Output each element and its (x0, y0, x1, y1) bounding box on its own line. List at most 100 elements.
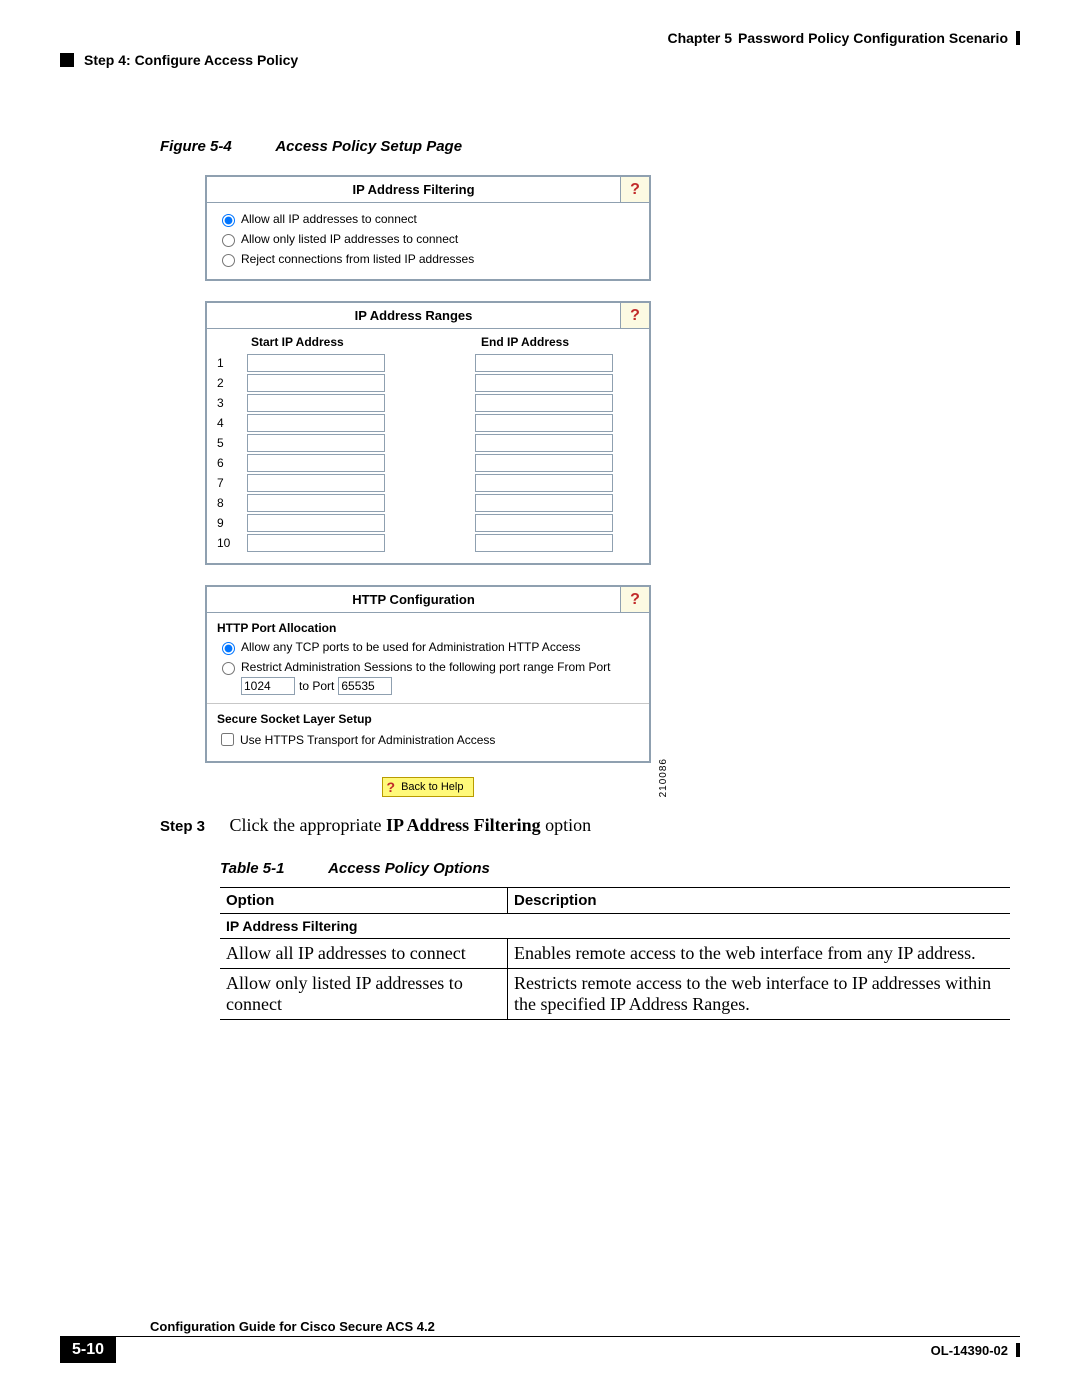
radio-http-restrict-label: Restrict Administration Sessions to the … (241, 660, 611, 674)
cell-desc: Enables remote access to the web interfa… (508, 939, 1011, 969)
end-ip-input[interactable] (475, 394, 613, 412)
row-number: 1 (217, 356, 247, 370)
start-ip-input[interactable] (247, 454, 385, 472)
end-ip-input[interactable] (475, 514, 613, 532)
question-icon: ? (387, 779, 396, 795)
step-3-label: Step 3 (160, 818, 205, 835)
radio-allow-all[interactable] (222, 214, 235, 227)
http-port-alloc-heading: HTTP Port Allocation (217, 617, 639, 637)
col-end-ip: End IP Address (451, 335, 639, 349)
to-port-label: to Port (299, 679, 334, 693)
th-option: Option (220, 888, 508, 914)
figure-screenshot: IP Address Filtering ? Allow all IP addr… (205, 175, 651, 797)
ip-range-row: 2 (217, 373, 639, 393)
panel-ip-ranges: IP Address Ranges ? Start IP Address End… (205, 301, 651, 565)
end-ip-input[interactable] (475, 354, 613, 372)
footer-guide-title: Configuration Guide for Cisco Secure ACS… (60, 1319, 1020, 1337)
back-to-help-button[interactable]: ? Back to Help (382, 777, 475, 797)
row-number: 5 (217, 436, 247, 450)
figure-title: Access Policy Setup Page (275, 138, 462, 155)
footer-tick-icon (1016, 1343, 1020, 1357)
end-ip-input[interactable] (475, 534, 613, 552)
ip-range-row: 8 (217, 493, 639, 513)
to-port-input[interactable] (338, 677, 392, 695)
row-number: 7 (217, 476, 247, 490)
table-caption: Table 5-1 Access Policy Options (220, 860, 1020, 877)
ip-range-row: 4 (217, 413, 639, 433)
start-ip-input[interactable] (247, 414, 385, 432)
panel-ip-filtering: IP Address Filtering ? Allow all IP addr… (205, 175, 651, 281)
end-ip-input[interactable] (475, 414, 613, 432)
end-ip-input[interactable] (475, 434, 613, 452)
back-to-help-label: Back to Help (401, 781, 463, 793)
th-description: Description (508, 888, 1011, 914)
radio-allow-listed[interactable] (222, 234, 235, 247)
ip-range-row: 6 (217, 453, 639, 473)
row-number: 4 (217, 416, 247, 430)
panel-http-config: HTTP Configuration ? HTTP Port Allocatio… (205, 585, 651, 763)
radio-allow-listed-label: Allow only listed IP addresses to connec… (241, 232, 458, 246)
question-icon: ? (630, 181, 640, 199)
start-ip-input[interactable] (247, 474, 385, 492)
radio-reject-listed-label: Reject connections from listed IP addres… (241, 252, 474, 266)
start-ip-input[interactable] (247, 374, 385, 392)
table-label: Table 5-1 (220, 860, 284, 877)
start-ip-input[interactable] (247, 494, 385, 512)
document-id: OL-14390-02 (931, 1343, 1008, 1358)
checkbox-https-label: Use HTTPS Transport for Administration A… (240, 733, 495, 747)
radio-http-any-port-label: Allow any TCP ports to be used for Admin… (241, 640, 581, 654)
row-number: 3 (217, 396, 247, 410)
help-button-ip-filtering[interactable]: ? (620, 177, 649, 202)
panel-http-title: HTTP Configuration (207, 587, 620, 612)
end-ip-input[interactable] (475, 474, 613, 492)
table-row: Allow only listed IP addresses to connec… (220, 969, 1010, 1020)
table-row: Allow all IP addresses to connect Enable… (220, 939, 1010, 969)
col-start-ip: Start IP Address (247, 335, 451, 349)
figure-label: Figure 5-4 (160, 138, 232, 155)
chapter-label: Chapter 5 (667, 30, 732, 46)
panel-ip-ranges-title: IP Address Ranges (207, 303, 620, 328)
table-title: Access Policy Options (328, 860, 490, 877)
running-header-left: Step 4: Configure Access Policy (60, 52, 1020, 68)
start-ip-input[interactable] (247, 434, 385, 452)
running-header-right: Chapter 5 Password Policy Configuration S… (60, 30, 1020, 46)
page-footer: Configuration Guide for Cisco Secure ACS… (60, 1319, 1020, 1363)
ip-range-row: 9 (217, 513, 639, 533)
ip-range-row: 1 (217, 353, 639, 373)
cell-desc: Restricts remote access to the web inter… (508, 969, 1011, 1020)
radio-http-any-port[interactable] (222, 642, 235, 655)
row-number: 6 (217, 456, 247, 470)
step-3-text-pre: Click the appropriate (230, 815, 386, 835)
figure-caption: Figure 5-4 Access Policy Setup Page (160, 138, 1020, 155)
radio-http-restrict[interactable] (222, 662, 235, 675)
start-ip-input[interactable] (247, 514, 385, 532)
question-icon: ? (630, 307, 640, 325)
ssl-heading: Secure Socket Layer Setup (217, 708, 639, 728)
row-number: 9 (217, 516, 247, 530)
checkbox-https-transport[interactable] (221, 733, 234, 746)
ip-range-row: 7 (217, 473, 639, 493)
cell-option: Allow all IP addresses to connect (220, 939, 508, 969)
end-ip-input[interactable] (475, 374, 613, 392)
end-ip-input[interactable] (475, 494, 613, 512)
end-ip-input[interactable] (475, 454, 613, 472)
radio-reject-listed[interactable] (222, 254, 235, 267)
start-ip-input[interactable] (247, 534, 385, 552)
start-ip-input[interactable] (247, 354, 385, 372)
chapter-title: Password Policy Configuration Scenario (738, 30, 1008, 46)
help-button-http[interactable]: ? (620, 587, 649, 612)
radio-allow-all-label: Allow all IP addresses to connect (241, 212, 417, 226)
cell-option: Allow only listed IP addresses to connec… (220, 969, 508, 1020)
step-3-text-post: option (541, 815, 592, 835)
access-policy-options-table: Option Description IP Address Filtering … (220, 887, 1010, 1020)
ip-ranges-header: Start IP Address End IP Address (217, 335, 639, 353)
help-button-ip-ranges[interactable]: ? (620, 303, 649, 328)
from-port-input[interactable] (241, 677, 295, 695)
ip-range-row: 5 (217, 433, 639, 453)
ip-range-row: 3 (217, 393, 639, 413)
start-ip-input[interactable] (247, 394, 385, 412)
step-3-instruction: Step 3 Click the appropriate IP Address … (160, 815, 1020, 836)
panel-ip-filtering-title: IP Address Filtering (207, 177, 620, 202)
row-number: 2 (217, 376, 247, 390)
ip-range-row: 10 (217, 533, 639, 553)
